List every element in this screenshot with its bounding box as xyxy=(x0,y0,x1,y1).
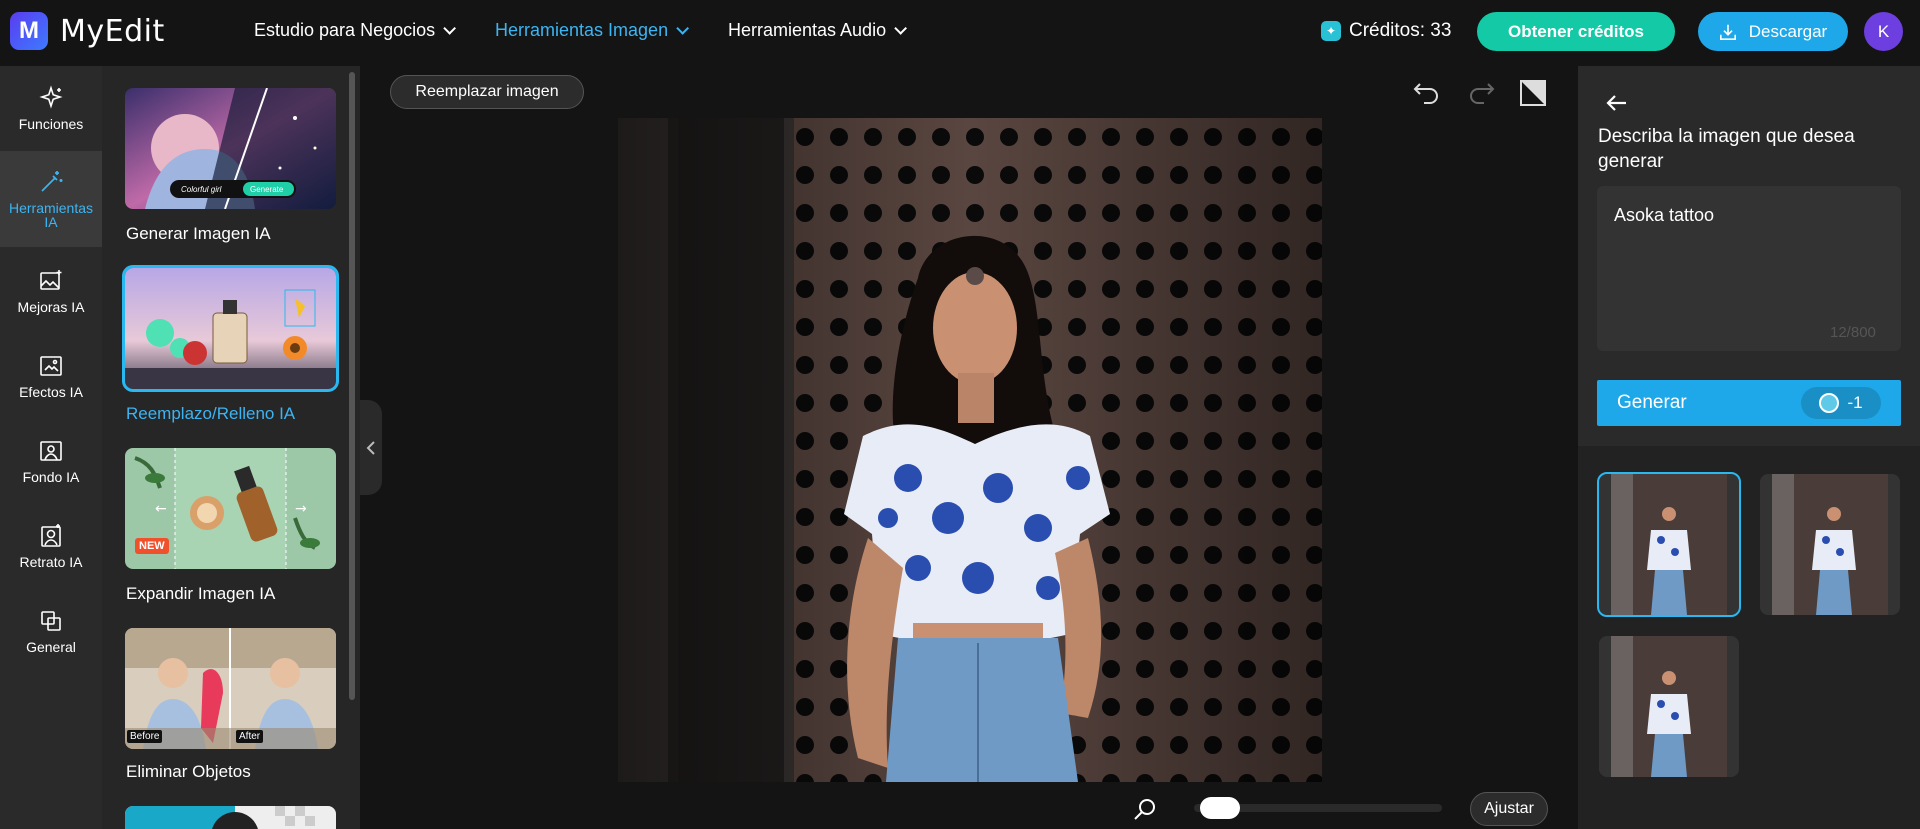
sidebar-item-efectos-ia[interactable]: Efectos IA xyxy=(0,334,102,418)
obtain-credits-button[interactable]: Obtener créditos xyxy=(1477,12,1675,51)
compare-icon[interactable] xyxy=(1518,78,1548,108)
replace-fill-thumbnail xyxy=(125,268,336,389)
app-name: MyEdit xyxy=(60,13,165,49)
sidebar-item-label: Herramientas IA xyxy=(8,200,94,230)
magic-wand-icon xyxy=(41,171,63,192)
nav-label: Herramientas Audio xyxy=(728,20,887,40)
svg-text:→: → xyxy=(295,501,307,517)
download-icon xyxy=(1719,24,1736,40)
before-badge: Before xyxy=(127,730,163,743)
tool-card-expandir[interactable]: ← → NEW xyxy=(125,448,336,569)
sidebar-item-label: Retrato IA xyxy=(19,554,83,570)
result-thumbnail-2[interactable] xyxy=(1760,474,1900,615)
zoom-slider-handle[interactable] xyxy=(1200,797,1240,819)
sidebar-item-fondo-ia[interactable]: Fondo IA xyxy=(0,419,102,503)
prompt-label: Describa la imagen que desea generar xyxy=(1598,126,1855,172)
generate-label: Generar xyxy=(1617,392,1687,413)
sparkle-icon xyxy=(39,85,63,109)
credits-display: ✦ Créditos: 33 xyxy=(1321,20,1451,42)
nav-estudio-negocios[interactable]: Estudio para Negocios xyxy=(254,20,457,41)
credit-icon xyxy=(1819,393,1840,413)
generate-cost-badge: -1 xyxy=(1801,387,1881,419)
replace-image-button[interactable]: Reemplazar imagen xyxy=(390,75,584,109)
tool-card-generar-imagen[interactable]: Colorful girl Generate xyxy=(125,88,336,209)
tool-label-eliminar[interactable]: Eliminar Objetos xyxy=(126,762,251,782)
svg-text:←: ← xyxy=(155,501,167,517)
result-thumbnail-3[interactable] xyxy=(1599,636,1739,777)
chevron-left-icon xyxy=(366,440,375,455)
sidebar-item-mejoras-ia[interactable]: Mejoras IA xyxy=(0,249,102,333)
collapse-panel-button[interactable] xyxy=(360,400,382,495)
tool-label-generar[interactable]: Generar Imagen IA xyxy=(126,224,271,244)
after-badge: After xyxy=(236,730,264,743)
sidebar-item-label: Mejoras IA xyxy=(17,299,85,315)
edited-photo[interactable] xyxy=(618,118,1322,782)
sample-prompt-text: Colorful girl xyxy=(181,185,222,194)
result-image-3 xyxy=(1611,636,1727,777)
next-tool-thumbnail xyxy=(125,806,336,829)
nav-herramientas-audio[interactable]: Herramientas Audio xyxy=(728,20,908,41)
sidebar-item-general[interactable]: General xyxy=(0,589,102,673)
image-enhance-icon xyxy=(40,270,62,290)
sidebar-item-retrato-ia[interactable]: Retrato IA xyxy=(0,504,102,588)
sidebar-item-label: Funciones xyxy=(18,116,84,132)
app-logo[interactable]: M MyEdit xyxy=(10,12,165,50)
generate-cost: -1 xyxy=(1847,393,1863,412)
tool-card-partial[interactable] xyxy=(125,806,336,829)
nav-label: Herramientas Imagen xyxy=(495,20,669,40)
sidebar-item-label: General xyxy=(26,639,76,655)
result-image-2 xyxy=(1772,474,1888,615)
sidebar-item-label: Efectos IA xyxy=(19,384,83,400)
nav-label: Estudio para Negocios xyxy=(254,20,436,40)
effects-icon xyxy=(40,356,62,376)
fit-button[interactable]: Ajustar xyxy=(1470,792,1548,826)
prompt-char-count: 12/800 xyxy=(1830,324,1876,341)
redo-icon[interactable] xyxy=(1466,78,1496,108)
sidebar-item-label: Fondo IA xyxy=(22,469,80,485)
new-badge: NEW xyxy=(135,538,169,554)
sidebar: Funciones Herramientas IA Mejoras IA Efe… xyxy=(0,66,102,829)
tools-scrollbar[interactable] xyxy=(349,72,355,700)
credit-icon: ✦ xyxy=(1321,21,1341,41)
prompt-input-value[interactable]: Asoka tattoo xyxy=(1614,205,1714,226)
nav-herramientas-imagen[interactable]: Herramientas Imagen xyxy=(495,20,690,41)
download-label: Descargar xyxy=(1748,21,1828,41)
layers-icon xyxy=(41,611,61,631)
tool-card-eliminar[interactable]: Before After xyxy=(125,628,336,749)
sidebar-item-herramientas-ia[interactable]: Herramientas IA xyxy=(0,151,102,247)
result-thumbnail-1[interactable] xyxy=(1597,472,1741,617)
portrait-icon xyxy=(41,524,61,547)
tools-panel: Colorful girl Generate Generar Imagen IA… xyxy=(102,66,360,829)
result-image-1 xyxy=(1611,474,1727,615)
sidebar-item-funciones[interactable]: Funciones xyxy=(0,66,102,150)
back-arrow-icon[interactable] xyxy=(1604,90,1630,116)
background-icon xyxy=(40,441,62,461)
tool-label-reemplazo[interactable]: Reemplazo/Relleno IA xyxy=(126,404,295,424)
download-button[interactable]: Descargar xyxy=(1698,12,1848,51)
zoom-icon[interactable] xyxy=(1132,796,1158,822)
avatar[interactable]: K xyxy=(1864,12,1903,51)
tool-label-expandir[interactable]: Expandir Imagen IA xyxy=(126,584,275,604)
tool-card-reemplazo[interactable] xyxy=(122,265,339,392)
undo-icon[interactable] xyxy=(1412,78,1442,108)
logo-mark-icon: M xyxy=(10,12,48,50)
generate-button[interactable]: Generar -1 xyxy=(1597,380,1901,426)
credits-label: Créditos: 33 xyxy=(1349,20,1452,41)
generate-image-thumbnail xyxy=(125,88,336,209)
photo-image xyxy=(618,118,1322,782)
sample-generate-text: Generate xyxy=(250,185,284,194)
